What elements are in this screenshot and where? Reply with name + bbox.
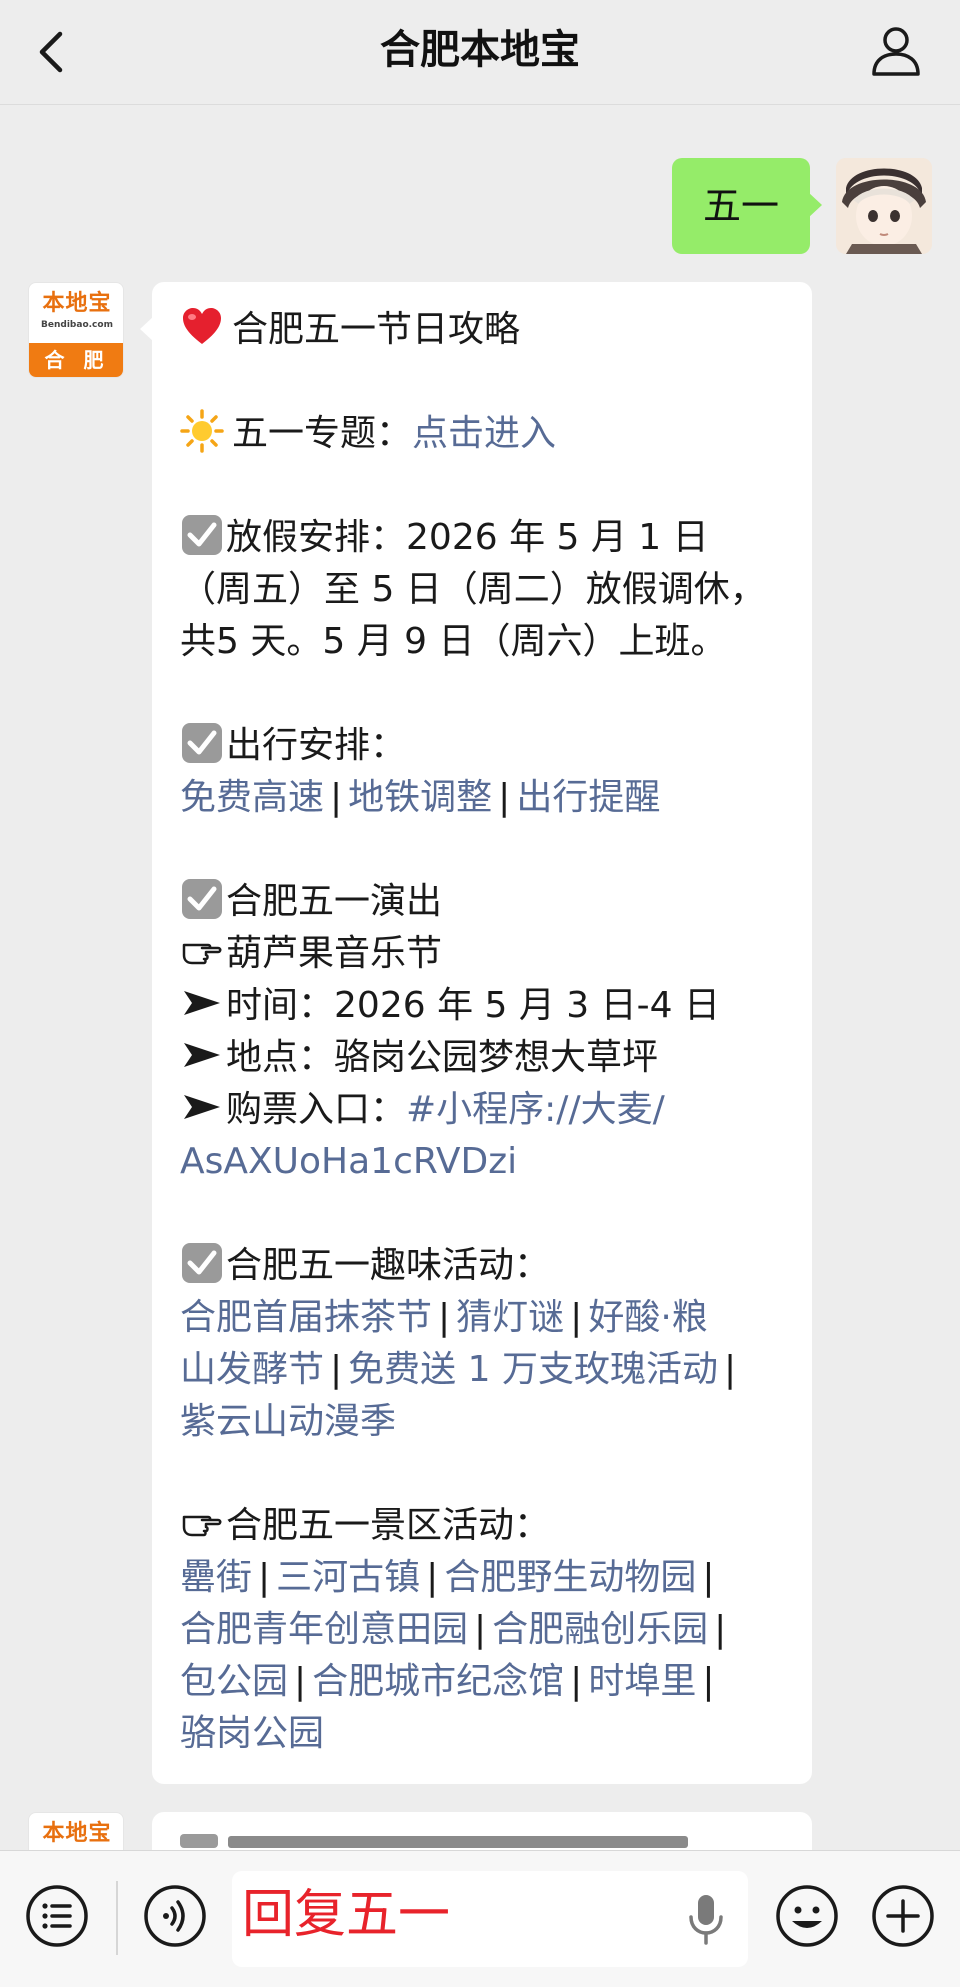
bot-message-bubble: 合肥五一节日攻略 五一专题：点击进入 放假安排：2026 年 5 月 1 日 （… [140,282,812,1784]
brand-logo-city: 合 肥 [29,343,123,377]
show-ticket-label: 购票入口： [226,1089,407,1130]
travel-link-metro[interactable]: 地铁调整 [348,777,492,818]
ticket-link-code[interactable]: AsAXUoHa1cRVDzi [180,1136,788,1188]
bot-message-bubble [152,1812,812,1850]
scenic-link-creative-farm[interactable]: 合肥青年创意田园 [180,1609,468,1650]
pointing-hand-icon [182,1515,222,1537]
holiday-text-1: 2026 年 5 月 1 日 [406,517,709,558]
user-message-bubble[interactable]: 五一 [672,158,822,254]
ticket-link[interactable]: #小程序://大麦/ [406,1089,665,1130]
heart-icon [183,308,221,344]
scenic-link-zoo[interactable]: 合肥野生动物园 [444,1557,696,1598]
show-time-label: 时间： [226,985,335,1026]
brand-logo-text: 本地宝 [42,291,112,316]
fun-link-anime[interactable]: 紫云山动漫季 [180,1401,396,1442]
show-place-label: 地点： [226,1037,335,1078]
official-account-avatar[interactable]: 本地宝 Bendibao.com 合 肥 [28,1812,124,1850]
mic-icon[interactable] [686,1893,726,1947]
scenic-label: 合肥五一景区活动： [226,1505,551,1546]
arrow-icon [184,991,220,1015]
brand-logo-site: Bendibao.com [41,320,113,330]
holiday-text-2: （周五）至 5 日（周二）放假调休， [180,569,766,610]
holiday-label: 放假安排： [226,517,407,558]
topic-link[interactable]: 点击进入 [412,413,556,454]
nav-bar: 合肥本地宝 [0,0,960,105]
topic-label: 五一专题： [232,413,413,454]
user-avatar-image [836,158,932,254]
user-profile-icon[interactable] [868,22,924,78]
message-title: 合肥五一节日攻略 [232,309,521,350]
scenic-link-shibuli[interactable]: 时埠里 [588,1661,696,1702]
show-label: 合肥五一演出 [226,881,443,922]
pointing-hand-icon [182,943,222,965]
travel-link-reminder[interactable]: 出行提醒 [516,777,660,818]
scenic-link-leijie[interactable]: 罍街 [180,1557,252,1598]
fun-link-ferment[interactable]: 好酸·粮 [588,1297,707,1338]
fun-link-roses[interactable]: 免费送 1 万支玫瑰活动 [348,1349,718,1390]
menu-list-icon[interactable] [24,1883,90,1949]
brand-logo-text: 本地宝 [42,1821,112,1846]
fun-label: 合肥五一趣味活动： [226,1245,551,1286]
scenic-link-sanhe[interactable]: 三河古镇 [276,1557,420,1598]
fun-link-matcha[interactable]: 合肥首届抹茶节 [180,1297,432,1338]
user-avatar[interactable] [836,158,932,254]
chat-area[interactable]: 五一 本地宝 Bendibao.com 合 肥 合肥五一节日攻略 五一专题：点击… [0,104,960,1850]
scenic-link-sunac-park[interactable]: 合肥融创乐园 [492,1609,708,1650]
travel-link-highway[interactable]: 免费高速 [180,777,324,818]
message-input-value: 回复五一 [242,1885,451,1945]
sun-icon [180,409,224,453]
plus-icon[interactable] [870,1883,936,1949]
show-name: 葫芦果音乐节 [226,933,443,974]
emoji-icon[interactable] [774,1883,840,1949]
holiday-text-3: 共5 天。5 月 9 日（周六）上班。 [180,621,727,662]
checkbox-icon [182,1243,222,1283]
input-toolbar: 回复五一 [0,1850,960,1987]
fun-link-ferment-cont[interactable]: 山发酵节 [180,1349,324,1390]
partially-hidden-text [180,1828,700,1848]
toolbar-divider [116,1881,118,1955]
scenic-link-baogong[interactable]: 包公园 [180,1661,288,1702]
show-place: 骆岗公园梦想大草坪 [334,1037,659,1078]
fun-link-riddles[interactable]: 猜灯谜 [456,1297,564,1338]
scenic-link-luogang[interactable]: 骆岗公园 [180,1713,324,1754]
bot-message-text: 合肥五一节日攻略 五一专题：点击进入 放假安排：2026 年 5 月 1 日 （… [180,304,788,1760]
voice-icon[interactable] [142,1883,208,1949]
official-account-avatar[interactable]: 本地宝 Bendibao.com 合 肥 [28,282,124,378]
checkbox-icon [182,879,222,919]
checkbox-icon [182,723,222,763]
checkbox-icon [182,515,222,555]
user-message-text: 五一 [702,184,779,228]
arrow-icon [184,1043,220,1067]
travel-label: 出行安排： [226,725,407,766]
message-input[interactable]: 回复五一 [232,1871,748,1967]
page-title: 合肥本地宝 [380,27,580,73]
arrow-icon [184,1095,220,1119]
show-time: 2026 年 5 月 3 日-4 日 [334,985,720,1026]
scenic-link-memorial[interactable]: 合肥城市纪念馆 [312,1661,564,1702]
